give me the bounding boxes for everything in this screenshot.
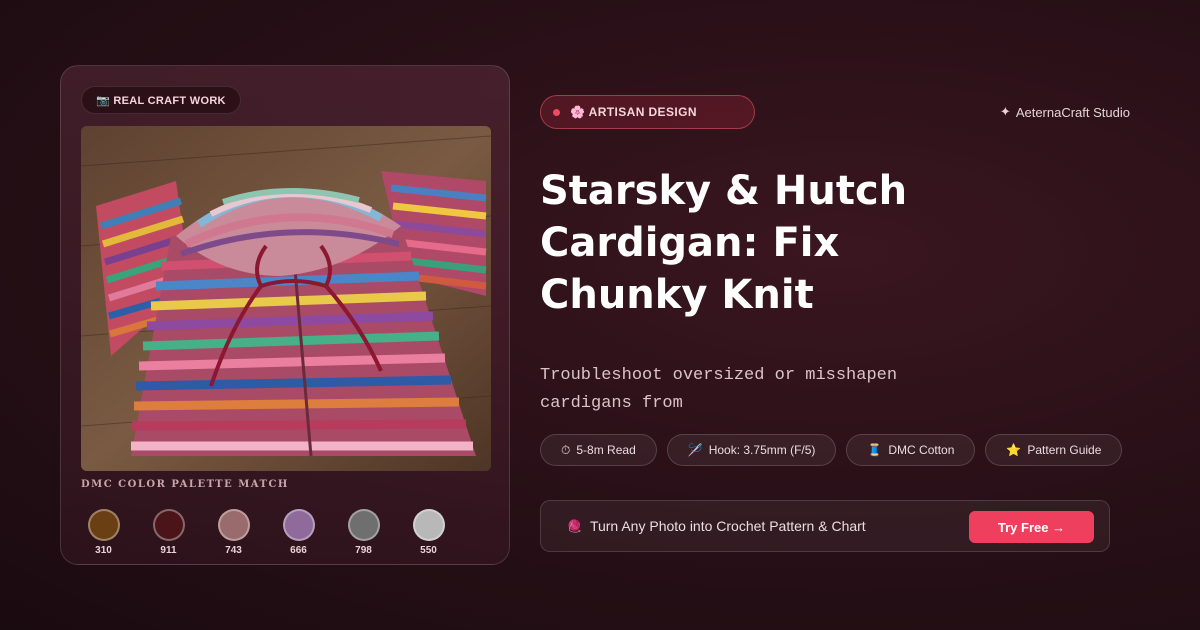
artisan-design-label: 🌸 ARTISAN DESIGN — [570, 105, 697, 119]
swatch-dot — [87, 509, 120, 541]
real-craft-badge: 📷 REAL CRAFT WORK — [81, 86, 241, 114]
craft-card: 📷 REAL CRAFT WORK DMC COLOR PALETTE MATC… — [60, 65, 510, 565]
swatch-dot — [282, 509, 315, 541]
cta-bar: 🧶 Turn Any Photo into Crochet Pattern & … — [540, 500, 1110, 552]
palette-title: DMC COLOR PALETTE MATCH — [81, 479, 289, 490]
info-chips: ⏱ 5-8m Read 🪡 Hook: 3.75mm (F/5) 🧵 DMC C… — [540, 434, 1123, 466]
page-title: Starsky & Hutch Cardigan: Fix Chunky Kni… — [540, 168, 908, 318]
chip-label: 5-8m Read — [576, 443, 636, 457]
swatch-code: 911 — [160, 545, 177, 556]
swatch-dot — [347, 509, 380, 541]
chip-hook-size[interactable]: 🪡 Hook: 3.75mm (F/5) — [666, 434, 837, 466]
yarn-icon: 🧶 — [567, 519, 582, 533]
swatch-911[interactable]: 911 — [136, 509, 201, 556]
star-icon: ⭐ — [1006, 443, 1022, 457]
swatch-code: 743 — [225, 545, 242, 556]
chip-yarn[interactable]: 🧵 DMC Cotton — [846, 434, 976, 466]
needle-icon: 🪡 — [687, 443, 703, 457]
swatch-798[interactable]: 798 — [331, 509, 396, 556]
swatch-code: 550 — [420, 545, 437, 556]
cardigan-illustration — [81, 126, 491, 471]
status-dot-icon — [553, 108, 560, 116]
chip-label: Hook: 3.75mm (F/5) — [708, 443, 816, 457]
swatch-code: 798 — [355, 545, 372, 556]
chip-pattern-guide[interactable]: ⭐ Pattern Guide — [985, 434, 1123, 466]
real-craft-badge-label: 📷 REAL CRAFT WORK — [96, 94, 226, 107]
palette-swatches: 310 911 743 666 798 550 — [71, 509, 461, 556]
studio-brand: ✦ AeternaCraft Studio — [1000, 104, 1130, 120]
cardigan-photo — [81, 126, 491, 471]
thread-icon: 🧵 — [867, 443, 883, 457]
timer-icon: ⏱ — [561, 442, 571, 457]
swatch-666[interactable]: 666 — [266, 509, 331, 556]
page-subtitle: Troubleshoot oversized or misshapen card… — [540, 366, 898, 413]
swatch-550[interactable]: 550 — [396, 509, 461, 556]
swatch-310[interactable]: 310 — [71, 509, 136, 556]
chip-label: Pattern Guide — [1027, 443, 1102, 457]
swatch-code: 666 — [290, 545, 307, 556]
swatch-dot — [152, 509, 185, 541]
swatch-743[interactable]: 743 — [201, 509, 266, 556]
artisan-design-badge: 🌸 ARTISAN DESIGN — [540, 95, 755, 129]
try-free-button[interactable]: Try Free → — [969, 511, 1094, 543]
chip-read-time[interactable]: ⏱ 5-8m Read — [540, 434, 657, 466]
cta-text: Turn Any Photo into Crochet Pattern & Ch… — [589, 518, 866, 534]
studio-name: AeternaCraft Studio — [1015, 104, 1130, 120]
chip-label: DMC Cotton — [888, 443, 955, 457]
swatch-code: 310 — [95, 545, 112, 556]
swatch-dot — [217, 509, 250, 541]
swatch-dot — [412, 509, 445, 541]
sparkle-icon: ✦ — [999, 104, 1011, 119]
